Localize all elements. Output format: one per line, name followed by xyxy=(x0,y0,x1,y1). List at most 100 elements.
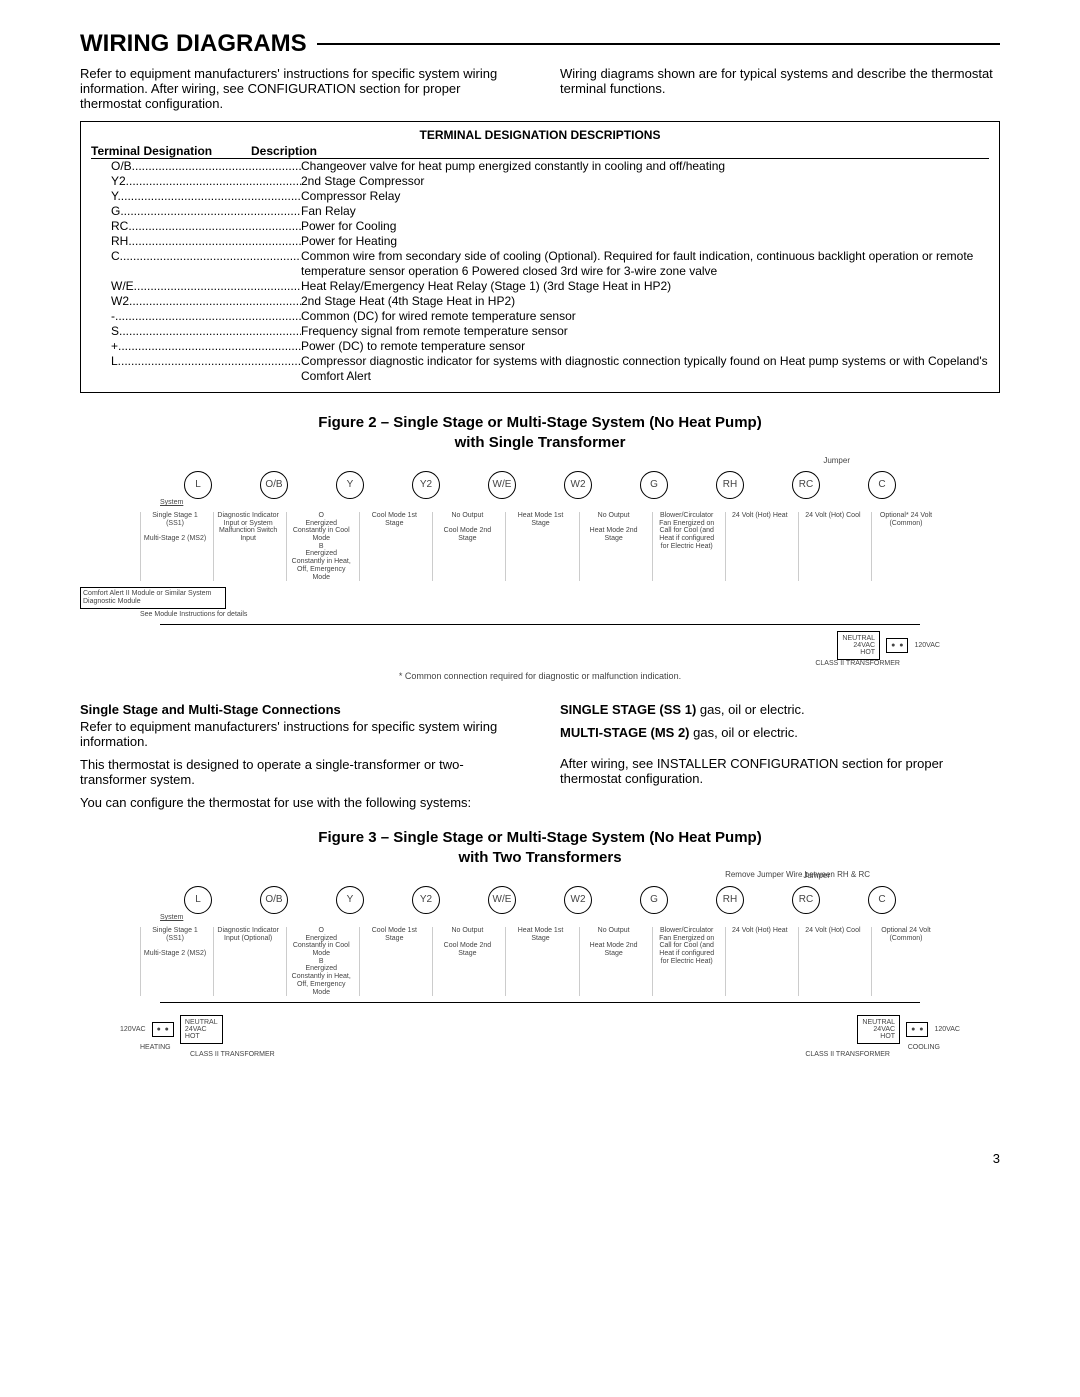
figure3-title: Figure 3 – Single Stage or Multi-Stage S… xyxy=(80,828,1000,867)
desc-cell: Frequency signal from remote temperature… xyxy=(301,324,989,339)
term-cell: G.......................................… xyxy=(91,204,301,219)
term-cell: W2......................................… xyxy=(91,294,301,309)
table-row: RC......................................… xyxy=(91,219,989,234)
mid-left-heading: Single Stage and Multi-Stage Connections xyxy=(80,702,520,717)
table-body: O/B.....................................… xyxy=(91,159,989,384)
fig3-systems: Single Stage 1 (SS1) Multi-Stage 2 (MS2) xyxy=(140,927,209,996)
table-row: RH......................................… xyxy=(91,234,989,249)
intro-columns: Refer to equipment manufacturers' instru… xyxy=(80,66,1000,111)
terminal-w-e: W/E xyxy=(488,886,516,914)
terminal-g: G xyxy=(640,886,668,914)
terminal-o-b: O/B xyxy=(260,471,288,499)
fig2-comfort-alert: Comfort Alert II Module or Similar Syste… xyxy=(80,587,226,608)
fig3-system-header: System xyxy=(80,914,1000,921)
mid-left-p3: You can configure the thermostat for use… xyxy=(80,795,520,810)
fig3-xl-120v: 120VAC xyxy=(120,1026,146,1033)
terminal-y: Y xyxy=(336,471,364,499)
term-cell: L.......................................… xyxy=(91,354,301,369)
fig3-line2: with Two Transformers xyxy=(458,849,621,866)
mid-left: Single Stage and Multi-Stage Connections… xyxy=(80,702,520,818)
fig3-c: Optional 24 Volt (Common) xyxy=(871,927,940,996)
desc-cell: 2nd Stage Heat (4th Stage Heat in HP2) xyxy=(301,294,989,309)
fig3-diag-input: Diagnostic Indicator Input (Optional) xyxy=(213,927,282,996)
fig2-xfmr-hot: HOT xyxy=(860,649,875,656)
fig3-line1: Figure 3 – Single Stage or Multi-Stage S… xyxy=(318,829,761,846)
fig2-xfmr-120v: 120VAC xyxy=(914,642,940,649)
desc-cell: Power for Heating xyxy=(301,234,989,249)
fig2-diag-input: Diagnostic Indicator Input or System Mal… xyxy=(213,512,282,581)
fig2-xfmr-neutral: NEUTRAL xyxy=(842,635,875,642)
figure2-title: Figure 2 – Single Stage or Multi-Stage S… xyxy=(80,413,1000,452)
fig2-system-header: System xyxy=(80,499,1000,506)
fig3-xr-24v: 24VAC xyxy=(873,1026,895,1033)
fig3-rh: 24 Volt (Hot) Heat xyxy=(725,927,794,996)
fig3-xr-neutral: NEUTRAL xyxy=(862,1019,895,1026)
terminal-rh: RH xyxy=(716,471,744,499)
mid-right-p3: After wiring, see INSTALLER CONFIGURATIO… xyxy=(560,756,1000,786)
desc-cell: Changeover valve for heat pump energized… xyxy=(301,159,989,174)
desc-cell: Common (DC) for wired remote temperature… xyxy=(301,309,989,324)
term-cell: W/E.....................................… xyxy=(91,279,301,294)
fig3-xr-label: CLASS II TRANSFORMER xyxy=(805,1051,890,1058)
fig2-rc: 24 Volt (Hot) Cool xyxy=(798,512,867,581)
fig2-line1: Figure 2 – Single Stage or Multi-Stage S… xyxy=(318,414,761,431)
table-row: W/E.....................................… xyxy=(91,279,989,294)
desc-cell: Power for Cooling xyxy=(301,219,989,234)
fig2-desc-row: Single Stage 1 (SS1) Multi-Stage 2 (MS2)… xyxy=(80,512,1000,581)
term-cell: O/B.....................................… xyxy=(91,159,301,174)
fig2-module-note: See Module Instructions for details xyxy=(80,611,280,618)
fig2-systems: Single Stage 1 (SS1) Multi-Stage 2 (MS2) xyxy=(140,512,209,581)
fig3-desc-row: Single Stage 1 (SS1) Multi-Stage 2 (MS2)… xyxy=(80,927,1000,996)
fig3-remove-jumper: Remove Jumper Wire between RH & RC xyxy=(725,871,870,880)
fig2-ob: O Energized Constantly in Cool Mode B En… xyxy=(286,512,355,581)
desc-cell: Compressor diagnostic indicator for syst… xyxy=(301,354,989,384)
term-cell: RC......................................… xyxy=(91,219,301,234)
desc-cell: Compressor Relay xyxy=(301,189,989,204)
desc-cell: Heat Relay/Emergency Heat Relay (Stage 1… xyxy=(301,279,989,294)
mid-left-p1: Refer to equipment manufacturers' instru… xyxy=(80,719,520,749)
term-cell: C.......................................… xyxy=(91,249,301,264)
fig3-xl-label: CLASS II TRANSFORMER xyxy=(190,1051,275,1058)
fig3-transformer-right: NEUTRAL 24VAC HOT ● ● 120VAC xyxy=(857,1015,960,1044)
term-cell: Y2......................................… xyxy=(91,174,301,189)
fig3-rc: 24 Volt (Hot) Cool xyxy=(798,927,867,996)
intro-left: Refer to equipment manufacturers' instru… xyxy=(80,66,520,111)
table-row: C.......................................… xyxy=(91,249,989,279)
fig3-transformer-left: 120VAC ● ● NEUTRAL 24VAC HOT xyxy=(120,1015,223,1044)
fig3-xl-24v: 24VAC xyxy=(185,1026,207,1033)
mid-right-p2b: gas, oil or electric. xyxy=(690,725,798,740)
terminal-c: C xyxy=(868,471,896,499)
fig2-xfmr-label: CLASS II TRANSFORMER xyxy=(80,660,1000,667)
terminal-c: C xyxy=(868,886,896,914)
terminal-g: G xyxy=(640,471,668,499)
terminal-w2: W2 xyxy=(564,471,592,499)
fig3-xr-side: COOLING xyxy=(908,1044,940,1051)
col-terminal: Terminal Designation xyxy=(91,144,251,158)
mid-right-p2a: MULTI-STAGE (MS 2) xyxy=(560,725,690,740)
fig2-jumper-label: Jumper xyxy=(80,456,1000,465)
title-text: WIRING DIAGRAMS xyxy=(80,30,307,58)
table-row: W2......................................… xyxy=(91,294,989,309)
table-header: Terminal Designation Description xyxy=(91,144,989,159)
desc-cell: 2nd Stage Compressor xyxy=(301,174,989,189)
terminal-rc: RC xyxy=(792,471,820,499)
figure3-diagram: Remove Jumper Wire between RH & RC Jumpe… xyxy=(80,871,1000,1131)
fig2-w2: No Output Heat Mode 2nd Stage xyxy=(579,512,648,581)
fig3-y: Cool Mode 1st Stage xyxy=(359,927,428,996)
fig3-xl-side: HEATING xyxy=(140,1044,171,1051)
terminal-l: L xyxy=(184,886,212,914)
table-row: Y.......................................… xyxy=(91,189,989,204)
mid-columns: Single Stage and Multi-Stage Connections… xyxy=(80,702,1000,818)
fig3-xr-hot: HOT xyxy=(880,1033,895,1040)
fig3-w2: No Output Heat Mode 2nd Stage xyxy=(579,927,648,996)
desc-cell: Fan Relay xyxy=(301,204,989,219)
fig3-xl-neutral: NEUTRAL xyxy=(185,1019,218,1026)
fig3-terminal-row: LO/BYY2W/EW2GRHRCC xyxy=(80,886,1000,914)
intro-right: Wiring diagrams shown are for typical sy… xyxy=(560,66,1000,111)
fig3-y2: No Output Cool Mode 2nd Stage xyxy=(432,927,501,996)
page-number: 3 xyxy=(80,1151,1000,1166)
mid-right: SINGLE STAGE (SS 1) gas, oil or electric… xyxy=(560,702,1000,818)
terminal-rc: RC xyxy=(792,886,820,914)
table-row: -.......................................… xyxy=(91,309,989,324)
table-row: Y2......................................… xyxy=(91,174,989,189)
